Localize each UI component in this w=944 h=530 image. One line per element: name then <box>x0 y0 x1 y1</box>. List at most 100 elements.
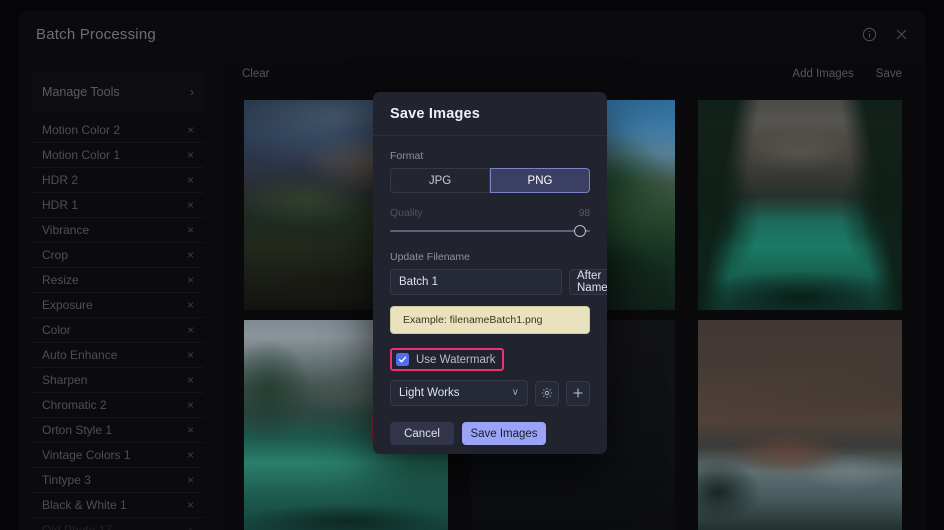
quality-label: Quality <box>390 207 423 219</box>
filename-position-value: After Name <box>577 270 607 294</box>
quality-value: 98 <box>579 208 590 219</box>
remove-tool-icon[interactable]: × <box>187 274 194 286</box>
tool-row[interactable]: Motion Color 2 × <box>32 118 204 143</box>
tool-label: HDR 2 <box>42 173 78 187</box>
dialog-header: Save Images <box>373 92 607 136</box>
tool-row[interactable]: Black & White 1 × <box>32 493 204 518</box>
content-toolbar: Clear Add Images Save <box>218 58 926 90</box>
gear-icon <box>541 387 553 399</box>
tool-label: Tintype 3 <box>42 473 91 487</box>
thumbnail-snowy-mountains[interactable] <box>698 320 902 530</box>
clear-button[interactable]: Clear <box>234 64 277 84</box>
watermark-settings-button[interactable] <box>535 381 559 406</box>
tool-label: Auto Enhance <box>42 348 117 362</box>
tool-row[interactable]: Crop × <box>32 243 204 268</box>
title-bar: Batch Processing <box>18 10 926 58</box>
sidebar-item-manage-tools[interactable]: Manage Tools › <box>32 72 204 112</box>
filename-input[interactable] <box>390 269 562 295</box>
remove-tool-icon[interactable]: × <box>187 374 194 386</box>
watermark-add-button[interactable] <box>566 381 590 406</box>
tool-label: Motion Color 1 <box>42 148 120 162</box>
save-button[interactable]: Save <box>868 64 910 84</box>
tool-list: Motion Color 2×Motion Color 1×HDR 2×HDR … <box>18 118 218 530</box>
chevron-down-icon: ∨ <box>512 388 519 398</box>
remove-tool-icon[interactable]: × <box>187 149 194 161</box>
remove-tool-icon[interactable]: × <box>187 299 194 311</box>
format-segmented-control: JPG PNG <box>390 168 590 193</box>
remove-tool-icon[interactable]: × <box>187 524 194 530</box>
batch-processing-window: Batch Processing Manage Tools › Mot <box>18 10 926 530</box>
quality-row: Quality 98 <box>390 207 590 219</box>
remove-tool-icon[interactable]: × <box>187 399 194 411</box>
quality-slider-knob[interactable] <box>574 225 586 237</box>
remove-tool-icon[interactable]: × <box>187 449 194 461</box>
dialog-footer: Cancel Save Images <box>390 422 590 454</box>
save-images-button[interactable]: Save Images <box>462 422 546 445</box>
thumbnail-forest-lake[interactable] <box>698 100 902 310</box>
tool-label: Sharpen <box>42 373 87 387</box>
remove-tool-icon[interactable]: × <box>187 249 194 261</box>
tool-row[interactable]: HDR 1 × <box>32 193 204 218</box>
tool-row[interactable]: Vibrance × <box>32 218 204 243</box>
tool-label: Vibrance <box>42 223 89 237</box>
tool-row[interactable]: Color × <box>32 318 204 343</box>
tool-label: Chromatic 2 <box>42 398 107 412</box>
tool-row[interactable]: Sharpen × <box>32 368 204 393</box>
remove-tool-icon[interactable]: × <box>187 224 194 236</box>
remove-tool-icon[interactable]: × <box>187 499 194 511</box>
tool-label: Exposure <box>42 298 93 312</box>
tool-label: Motion Color 2 <box>42 123 120 137</box>
filename-example-text: Example: filenameBatch1.png <box>403 314 543 326</box>
tool-row[interactable]: Old Photo 17 × <box>32 518 204 530</box>
sidebar: Manage Tools › Motion Color 2×Motion Col… <box>18 58 218 530</box>
tool-label: Black & White 1 <box>42 498 127 512</box>
dialog-title: Save Images <box>390 106 480 122</box>
tool-row[interactable]: Motion Color 1 × <box>32 143 204 168</box>
info-icon[interactable] <box>860 25 878 43</box>
remove-tool-icon[interactable]: × <box>187 474 194 486</box>
tool-row[interactable]: Auto Enhance × <box>32 343 204 368</box>
watermark-preset-select[interactable]: Light Works ∨ <box>390 380 528 406</box>
tool-label: HDR 1 <box>42 198 78 212</box>
tool-row[interactable]: Resize × <box>32 268 204 293</box>
remove-tool-icon[interactable]: × <box>187 124 194 136</box>
tool-row[interactable]: Vintage Colors 1 × <box>32 443 204 468</box>
remove-tool-icon[interactable]: × <box>187 349 194 361</box>
quality-slider-track <box>390 230 590 232</box>
remove-tool-icon[interactable]: × <box>187 424 194 436</box>
manage-tools-label: Manage Tools <box>42 85 120 99</box>
quality-slider[interactable] <box>390 223 590 239</box>
tool-row[interactable]: Tintype 3 × <box>32 468 204 493</box>
format-option-jpg[interactable]: JPG <box>390 168 490 193</box>
tool-row[interactable]: Exposure × <box>32 293 204 318</box>
remove-tool-icon[interactable]: × <box>187 324 194 336</box>
tool-label: Orton Style 1 <box>42 423 112 437</box>
cancel-button[interactable]: Cancel <box>390 422 454 445</box>
remove-tool-icon[interactable]: × <box>187 174 194 186</box>
use-watermark-checkbox[interactable] <box>396 353 409 366</box>
watermark-preset-row: Light Works ∨ <box>390 380 590 406</box>
plus-icon <box>572 387 584 399</box>
tool-label: Color <box>42 323 71 337</box>
close-icon[interactable] <box>892 25 910 43</box>
title-bar-actions <box>860 25 910 43</box>
tool-row[interactable]: Chromatic 2 × <box>32 393 204 418</box>
toolbar-right-group: Add Images Save <box>784 64 910 84</box>
tool-label: Old Photo 17 <box>42 523 112 530</box>
tool-label: Vintage Colors 1 <box>42 448 131 462</box>
remove-tool-icon[interactable]: × <box>187 199 194 211</box>
use-watermark-highlight: Use Watermark <box>390 348 504 371</box>
tool-row[interactable]: Orton Style 1 × <box>32 418 204 443</box>
watermark-preset-value: Light Works <box>399 387 460 399</box>
tool-label: Crop <box>42 248 68 262</box>
tool-label: Resize <box>42 273 79 287</box>
filename-position-select[interactable]: After Name ∨ <box>569 269 607 295</box>
format-option-png[interactable]: PNG <box>490 168 590 193</box>
image-grid-cell[interactable] <box>693 320 908 530</box>
use-watermark-label: Use Watermark <box>416 354 495 366</box>
add-images-button[interactable]: Add Images <box>784 64 861 84</box>
format-label: Format <box>390 150 590 162</box>
chevron-right-icon: › <box>190 86 194 98</box>
tool-row[interactable]: HDR 2 × <box>32 168 204 193</box>
image-grid-cell[interactable] <box>693 100 908 310</box>
